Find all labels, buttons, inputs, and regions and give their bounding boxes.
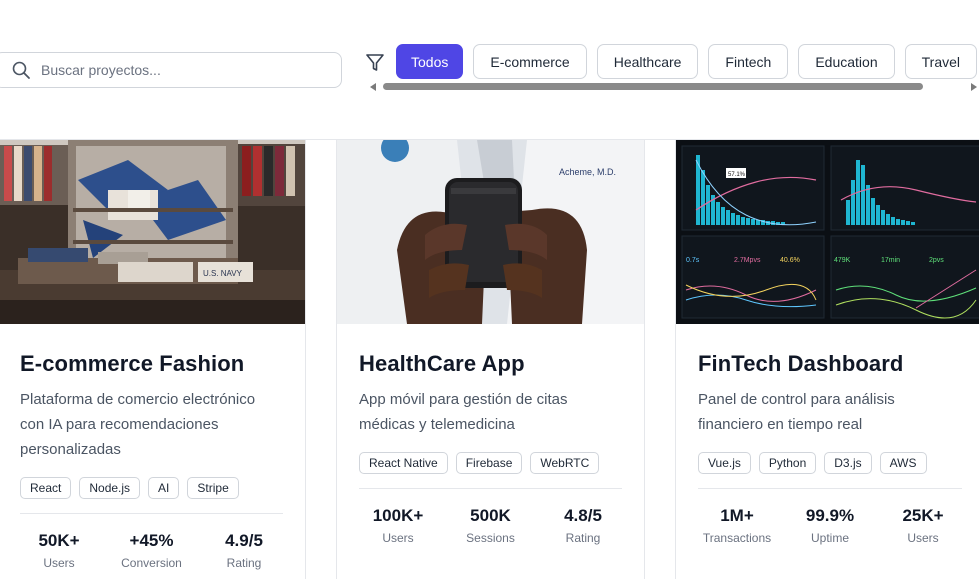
card-stats: 50K+ Users +45% Conversion 4.9/5 Rating	[20, 531, 283, 570]
filter-chip-todos[interactable]: Todos	[396, 44, 464, 79]
dashboard-metric-text: 2pvs	[929, 257, 944, 264]
project-card-healthcare[interactable]: Acheme, M.D. HealthCare App App móvil pa…	[336, 140, 645, 579]
dashboard-metric-text: 479K	[834, 257, 851, 264]
card-stats: 1M+ Transactions 99.9% Uptime 25K+ Users	[698, 506, 962, 545]
tag-list: React Native Firebase WebRTC	[359, 452, 622, 474]
dashboard-metric-text: 2.7Mpvs	[734, 257, 761, 264]
stat-uptime: 99.9% Uptime	[795, 506, 865, 545]
project-image-dashboard: 57.1% 0.7s 2.7Mpvs 40.6% 479K 17min 2pvs	[676, 140, 979, 324]
image-coat-text: Acheme, M.D.	[559, 167, 616, 177]
card-title: E-commerce Fashion	[20, 351, 245, 376]
stat-label: Users	[382, 531, 414, 545]
project-image-doctor-phone: Acheme, M.D.	[337, 140, 644, 324]
stat-label: Rating	[565, 531, 601, 545]
stat-users: 100K+ Users	[363, 506, 433, 545]
filter-scrollbar[interactable]	[370, 82, 979, 92]
stat-value: 99.9%	[805, 506, 855, 525]
scrollbar-thumb[interactable]	[383, 83, 923, 90]
card-stats: 100K+ Users 500K Sessions 4.8/5 Rating	[359, 506, 622, 545]
filter-chip-ecommerce[interactable]: E-commerce	[473, 44, 587, 79]
tag-aws: AWS	[879, 452, 927, 474]
stat-label: Users	[907, 531, 939, 545]
stat-users: 50K+ Users	[24, 531, 94, 570]
stat-value: 100K+	[372, 506, 424, 525]
stat-value: 25K+	[902, 506, 944, 525]
tag-react: React	[20, 477, 72, 499]
stat-value: 1M+	[720, 506, 754, 525]
tag-stripe: Stripe	[187, 477, 239, 499]
stat-label: Conversion	[121, 556, 182, 570]
filter-chip-healthcare[interactable]: Healthcare	[596, 44, 699, 79]
stat-users: 25K+ Users	[888, 506, 958, 545]
tag-python: Python	[758, 452, 817, 474]
tag-list: Vue.js Python D3.js AWS	[698, 452, 962, 474]
filter-chips: Todos E-commerce Healthcare Fintech Educ…	[396, 44, 979, 80]
stat-value: +45%	[129, 531, 174, 550]
dashboard-metric-text: 40.6%	[780, 257, 800, 264]
filter-chip-education[interactable]: Education	[798, 44, 895, 79]
card-separator	[20, 513, 283, 514]
stat-value: 4.8/5	[564, 506, 602, 525]
tag-vuejs: Vue.js	[698, 452, 751, 474]
card-title: HealthCare App	[359, 351, 525, 376]
stat-rating: 4.9/5 Rating	[209, 531, 279, 570]
project-image-store: U.S. NAVY	[0, 140, 305, 324]
filter-icon[interactable]	[364, 52, 386, 74]
search-box[interactable]	[0, 52, 342, 88]
project-card-fintech[interactable]: 57.1% 0.7s 2.7Mpvs 40.6% 479K 17min 2pvs…	[675, 140, 979, 579]
dashboard-metric-text: 57.1%	[728, 172, 746, 178]
tag-ai: AI	[148, 477, 180, 499]
stat-sessions: 500K Sessions	[456, 506, 526, 545]
stat-value: 50K+	[38, 531, 80, 550]
stat-label: Transactions	[702, 531, 772, 545]
stat-value: 4.9/5	[225, 531, 263, 550]
tag-list: React Node.js AI Stripe	[20, 477, 283, 499]
card-description: App móvil para gestión de citas médicas …	[359, 391, 568, 433]
stat-transactions: 1M+ Transactions	[702, 506, 772, 545]
tag-webrtc: WebRTC	[530, 452, 600, 474]
search-input[interactable]	[41, 62, 321, 78]
stat-label: Rating	[226, 556, 262, 570]
dashboard-metric-text: 17min	[881, 257, 900, 264]
filter-chip-fintech[interactable]: Fintech	[708, 44, 789, 79]
image-navy-text: U.S. NAVY	[203, 269, 243, 278]
search-icon	[11, 59, 33, 81]
card-title: FinTech Dashboard	[698, 351, 904, 376]
stat-label: Users	[43, 556, 75, 570]
stat-conversion: +45% Conversion	[117, 531, 187, 570]
tag-d3js: D3.js	[824, 452, 872, 474]
stat-rating: 4.8/5 Rating	[548, 506, 618, 545]
card-description: Plataforma de comercio electrónico con I…	[20, 391, 256, 458]
project-card-ecommerce[interactable]: U.S. NAVY E-commerce Fashion Plataforma …	[0, 140, 306, 579]
card-separator	[359, 488, 622, 489]
tag-nodejs: Node.js	[79, 477, 141, 499]
card-separator	[698, 488, 962, 489]
scroll-left-arrow-icon[interactable]	[370, 83, 376, 91]
tag-firebase: Firebase	[455, 452, 523, 474]
tag-react-native: React Native	[359, 452, 448, 474]
scroll-right-arrow-icon[interactable]	[971, 83, 977, 91]
card-description: Panel de control para análisis financier…	[698, 391, 895, 433]
stat-label: Uptime	[810, 531, 849, 545]
dashboard-metric-text: 0.7s	[686, 257, 700, 264]
stat-label: Sessions	[466, 531, 515, 545]
filter-chip-travel[interactable]: Travel	[904, 44, 978, 79]
stat-value: 500K	[470, 506, 511, 525]
